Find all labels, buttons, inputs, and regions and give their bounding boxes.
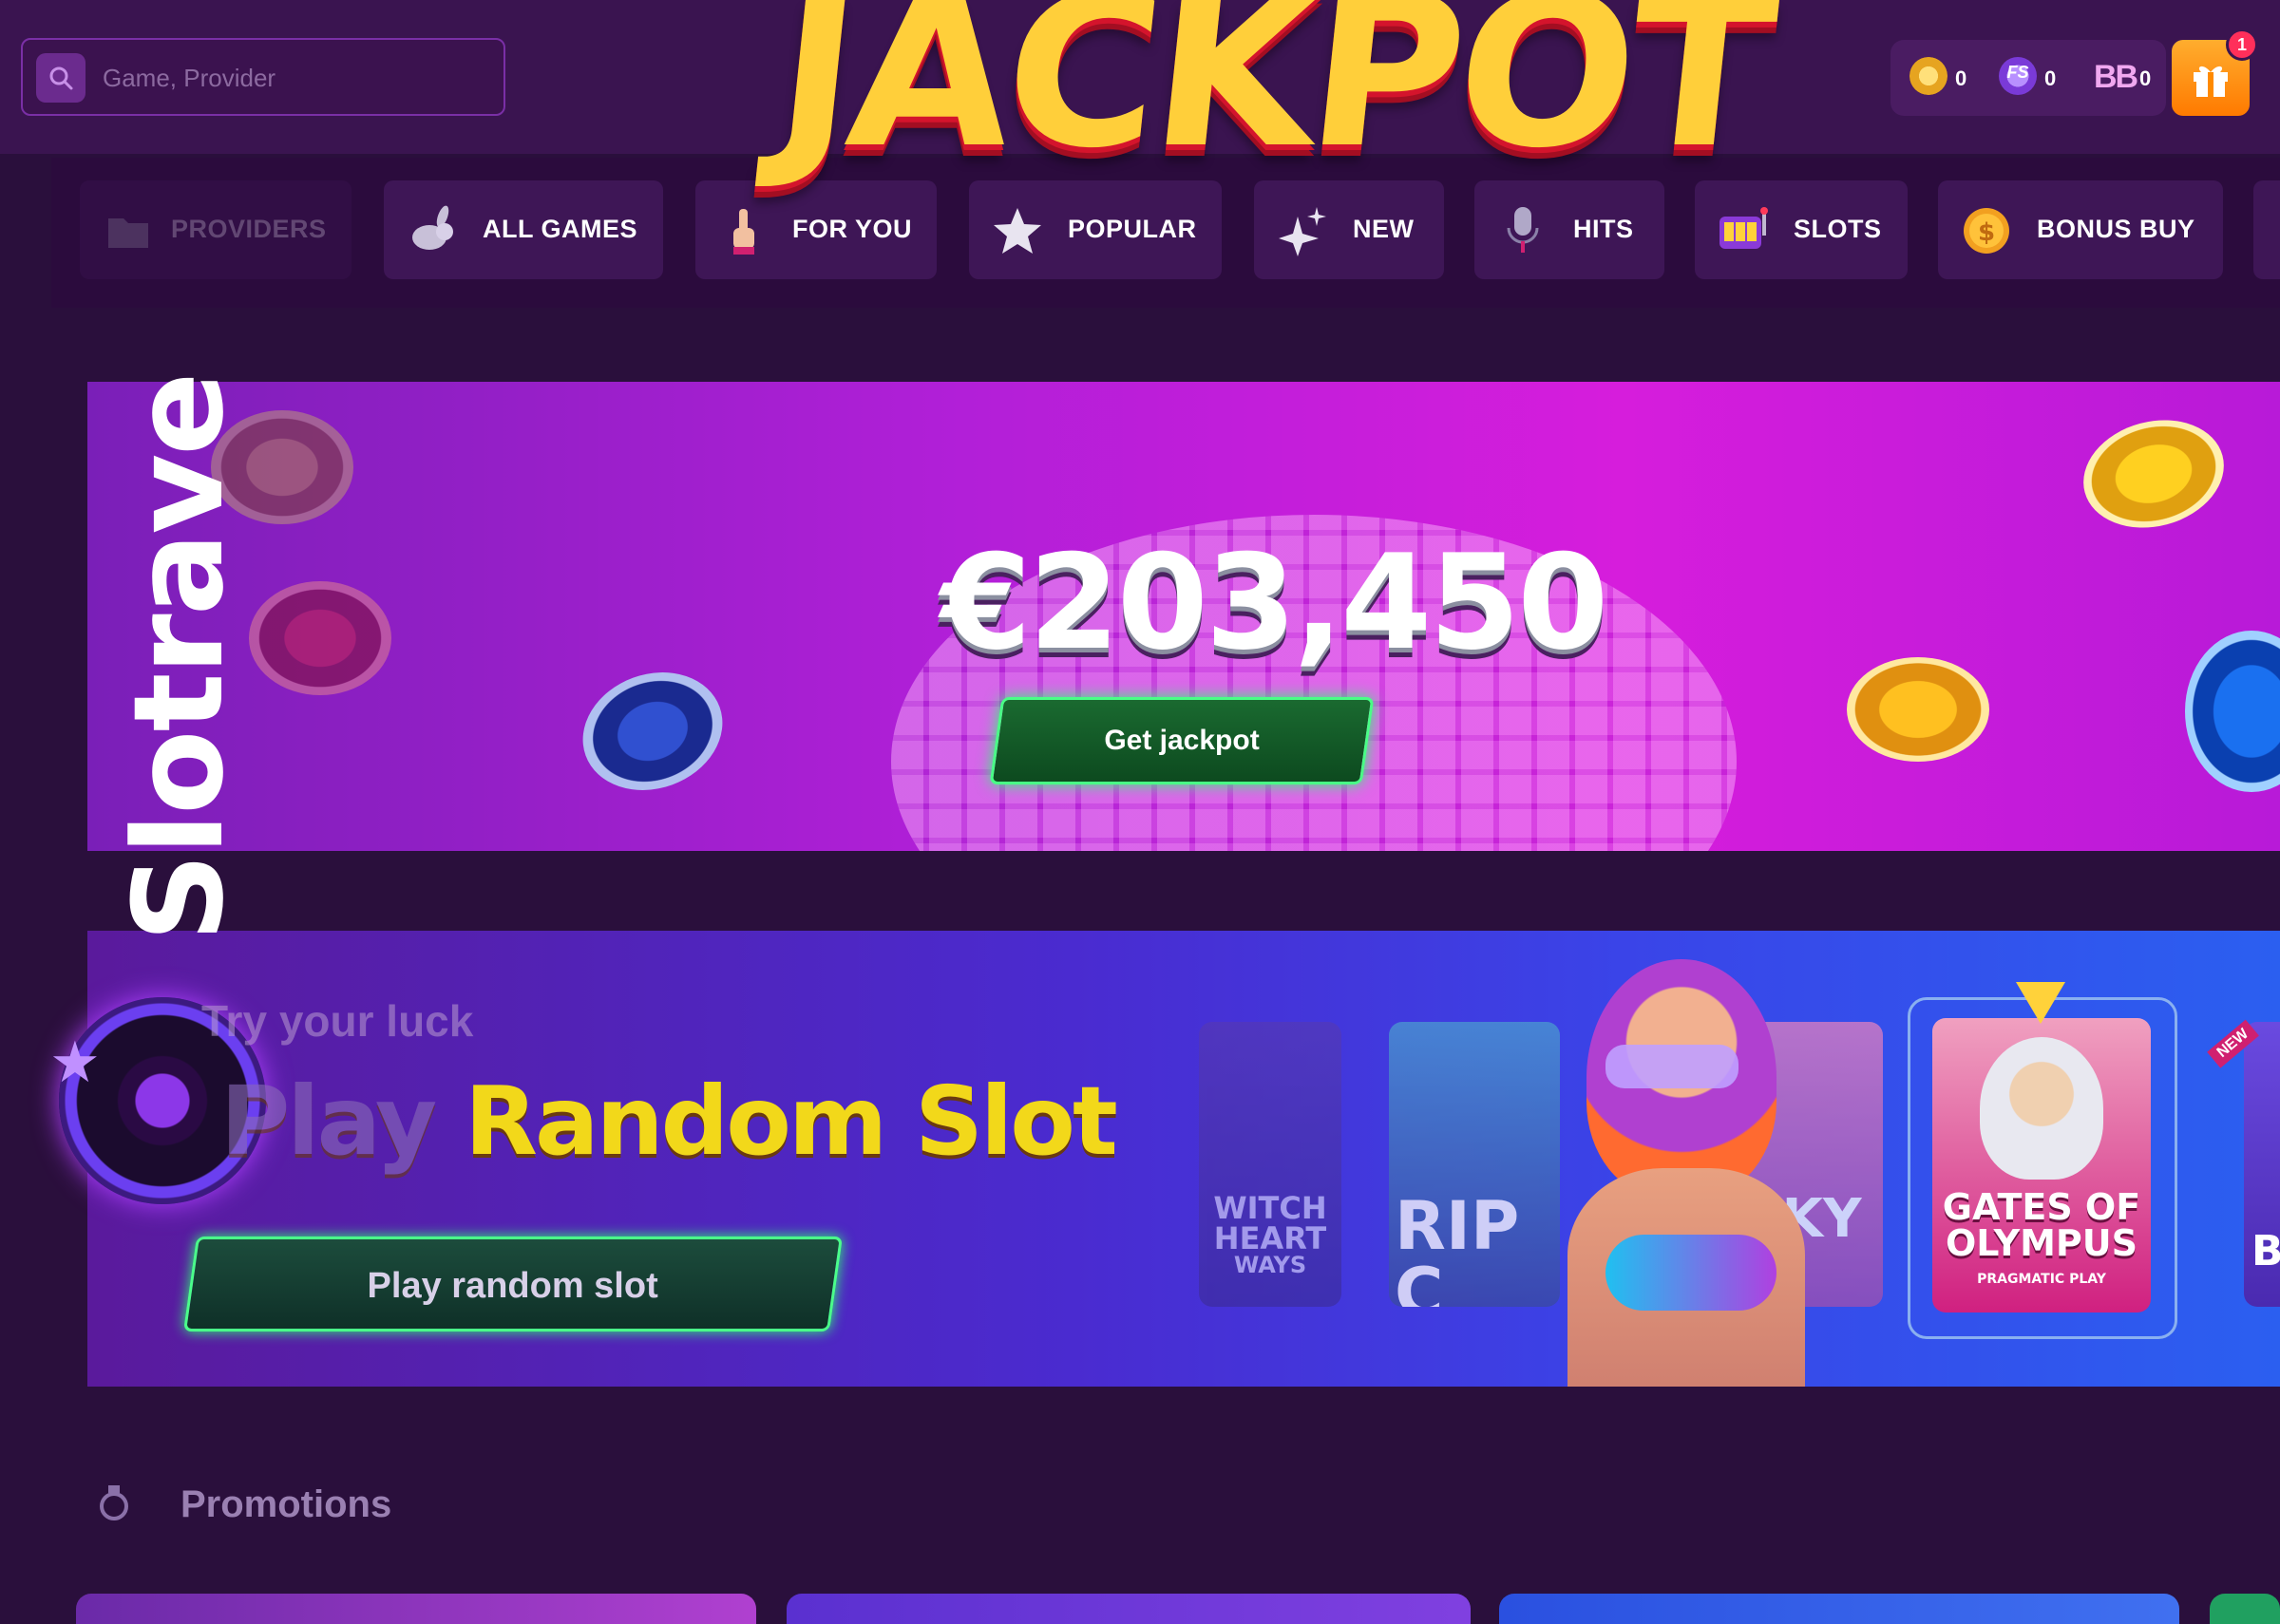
game-card-provider: PRAGMATIC PLAY <box>1977 1272 2106 1287</box>
random-slot-title-faded: Play <box>220 1066 437 1177</box>
zeus-image <box>1980 1037 2103 1180</box>
tab-popular[interactable]: POPULAR <box>969 180 1222 279</box>
tab-for-you[interactable]: FOR YOU <box>695 180 937 279</box>
tab-label: NEW <box>1353 215 1415 243</box>
sparkle-icon <box>1279 207 1326 256</box>
game-card-title-3: WAYS <box>1233 1252 1307 1278</box>
game-card-title-2: HEART <box>1213 1220 1327 1256</box>
game-card-title: BO <box>2252 1227 2280 1275</box>
get-jackpot-label: Get jackpot <box>1104 725 1260 756</box>
game-card-partial[interactable]: BO <box>2244 1022 2280 1307</box>
gift-badge: 1 <box>2226 28 2258 61</box>
medal-icon <box>100 1485 128 1520</box>
tab-label: POPULAR <box>1068 215 1197 243</box>
promotions-title: Promotions <box>180 1483 392 1525</box>
slot-machine-icon <box>1720 207 1768 249</box>
promo-card[interactable] <box>76 1594 756 1624</box>
balances-panel[interactable]: 0 FS 0 BB 0 <box>1890 40 2166 116</box>
game-card-title: GATES OF <box>1942 1186 2141 1228</box>
jackpot-amount: €203,450 <box>940 526 1609 679</box>
mascot-girl-image <box>1463 959 1938 1387</box>
promo-card[interactable] <box>2210 1594 2280 1624</box>
bonus-buy-count: 0 <box>2139 66 2152 90</box>
search-box[interactable] <box>21 38 505 116</box>
tab-label: SLOTS <box>1794 215 1882 243</box>
tab-label: HITS <box>1573 215 1634 243</box>
svg-text:$: $ <box>1978 218 1995 247</box>
folder-icon <box>108 218 148 248</box>
game-card-witch-heart[interactable]: WITCH HEART WAYS <box>1199 1022 1341 1307</box>
random-slot-title: Play Random Slot <box>220 1066 1118 1177</box>
game-card-title: WITCH <box>1213 1190 1327 1226</box>
tab-hits[interactable]: HITS <box>1474 180 1664 279</box>
chip-image <box>249 581 391 695</box>
rabbit-icon <box>412 205 453 250</box>
tab-providers[interactable]: PROVIDERS <box>80 180 352 279</box>
play-random-slot-button[interactable]: Play random slot <box>182 1237 844 1331</box>
chip-image <box>1847 657 1989 762</box>
chip-image <box>2185 631 2280 792</box>
tab-label: FOR YOU <box>792 215 913 243</box>
coin-icon <box>1910 57 1948 95</box>
game-card-gates-of-olympus[interactable]: GATES OF OLYMPUS PRAGMATIC PLAY <box>1932 1018 2151 1312</box>
gift-icon <box>2194 66 2228 97</box>
chip-image <box>2071 405 2236 543</box>
promo-card[interactable] <box>1499 1594 2179 1624</box>
bonus-coin-count: 0 <box>1955 66 1967 90</box>
free-spins-count: 0 <box>2044 66 2057 90</box>
star-icon <box>994 208 1041 254</box>
tab-label: BONUS BUY <box>2037 215 2195 243</box>
game-card-title-2: OLYMPUS <box>1945 1222 2138 1264</box>
tab-all-games[interactable]: ALL GAMES <box>384 180 663 279</box>
search-input[interactable] <box>103 55 483 101</box>
random-slot-title-main: Random Slot <box>465 1066 1118 1177</box>
tab-bonus-buy[interactable]: $ BONUS BUY <box>1938 180 2223 279</box>
star-icon: ★ <box>49 1030 101 1094</box>
brand-logo: Slotrave <box>106 373 251 942</box>
pointing-finger-icon <box>733 209 754 255</box>
tab-label: ALL GAMES <box>483 215 638 243</box>
tab-slots[interactable]: SLOTS <box>1695 180 1908 279</box>
try-your-luck-label: Try your luck <box>201 996 474 1046</box>
tab-overflow[interactable] <box>2253 180 2280 279</box>
dollar-coin-icon: $ <box>1964 208 2009 254</box>
get-jackpot-button[interactable]: Get jackpot <box>989 697 1375 784</box>
tab-new[interactable]: NEW <box>1254 180 1444 279</box>
pointer-marker-icon <box>2016 982 2065 1024</box>
jackpot-title: JACKPOT <box>766 0 1780 194</box>
microphone-icon <box>1507 207 1539 253</box>
free-spins-label: FS <box>2006 63 2029 82</box>
bonus-buy-label: BB <box>2094 59 2138 95</box>
search-icon[interactable] <box>36 53 86 103</box>
play-random-slot-label: Play random slot <box>367 1266 658 1306</box>
chip-image <box>566 652 739 810</box>
tab-label: PROVIDERS <box>171 215 327 243</box>
promo-card[interactable] <box>787 1594 1471 1624</box>
